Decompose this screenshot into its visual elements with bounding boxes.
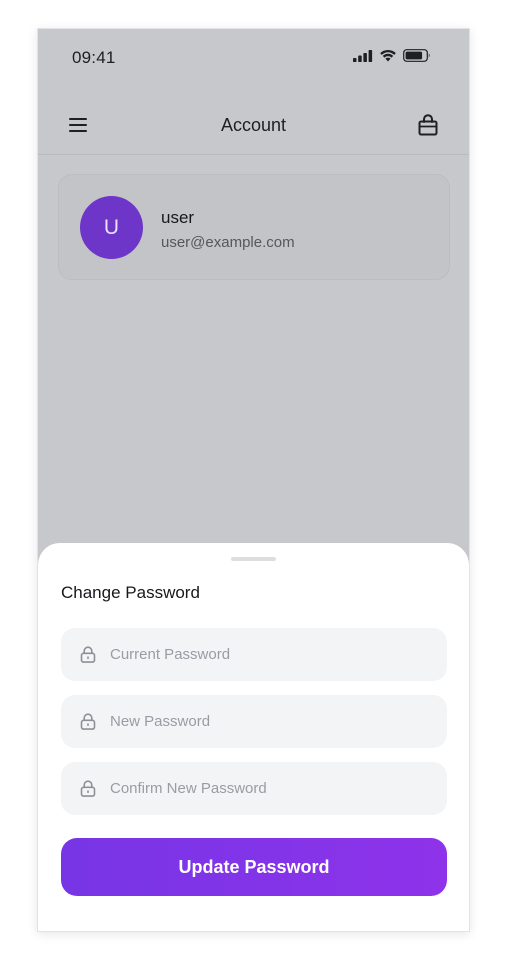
lock-icon (80, 646, 96, 664)
status-icons (353, 49, 431, 67)
page-title: Account (220, 115, 287, 135)
current-password-field[interactable] (61, 628, 447, 681)
battery-icon (403, 49, 431, 67)
sheet-drag-handle[interactable] (231, 557, 276, 561)
user-name: user (161, 208, 195, 227)
profile-card: U user user@example.com (58, 174, 450, 280)
new-password-input[interactable] (110, 706, 410, 737)
current-password-input[interactable] (110, 639, 410, 670)
cart-button[interactable] (415, 113, 441, 141)
new-password-field[interactable] (61, 695, 447, 748)
change-password-sheet: Change Password Update Password (38, 543, 469, 931)
lock-icon (80, 713, 96, 731)
wifi-icon (379, 49, 397, 67)
confirm-password-input[interactable] (110, 773, 410, 804)
lock-icon (80, 780, 96, 798)
status-time: 09:41 (72, 48, 116, 67)
shopping-bag-icon (418, 113, 438, 141)
update-password-button[interactable]: Update Password (61, 838, 447, 896)
phone-screen: 09:41 Account U user user@example.com Ch… (37, 28, 470, 932)
status-bar: 09:41 (38, 29, 469, 85)
app-header: Account (38, 101, 469, 155)
signal-icon (353, 49, 373, 67)
user-email: user@example.com (161, 234, 295, 251)
sheet-title: Change Password (61, 583, 200, 602)
avatar: U (80, 196, 143, 259)
confirm-password-field[interactable] (61, 762, 447, 815)
